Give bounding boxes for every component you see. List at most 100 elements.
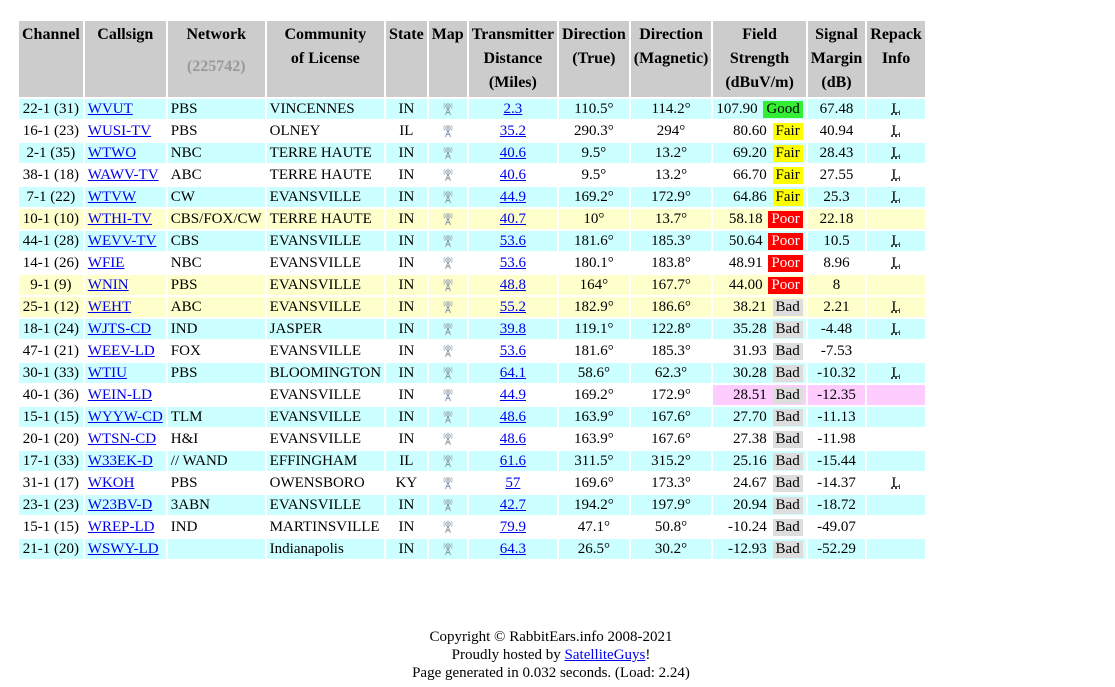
distance-link[interactable]: 53.6 — [500, 343, 526, 359]
callsign-link[interactable]: WTSN-CD — [88, 431, 156, 447]
callsign-link[interactable]: WYYW-CD — [88, 409, 163, 425]
repack-info-link[interactable]: L — [891, 233, 900, 249]
antenna-map-icon[interactable] — [441, 388, 455, 402]
antenna-map-icon[interactable] — [441, 234, 455, 248]
field-strength-value: 44.00 — [728, 276, 763, 293]
callsign-link[interactable]: WUSI-TV — [88, 123, 151, 139]
antenna-map-icon[interactable] — [441, 300, 455, 314]
callsign-link[interactable]: WJTS-CD — [88, 321, 151, 337]
callsign-link[interactable]: WAWV-TV — [88, 167, 159, 183]
callsign-cell: WUSI-TV — [85, 121, 166, 141]
callsign-link[interactable]: WTWO — [88, 145, 136, 161]
callsign-link[interactable]: WFIE — [88, 255, 125, 271]
table-row: 20-1 (20) WTSN-CD H&I EVANSVILLE IN 48.6 163.9… — [19, 429, 925, 449]
repack-info-link[interactable]: L — [891, 145, 900, 161]
antenna-map-icon[interactable] — [441, 476, 455, 490]
repack-info-link[interactable]: L — [891, 101, 900, 117]
callsign-link[interactable]: WREP-LD — [88, 519, 155, 535]
distance-link[interactable]: 53.6 — [500, 233, 526, 249]
callsign-link[interactable]: WTHI-TV — [88, 211, 152, 227]
repack-info-link[interactable]: L — [891, 189, 900, 205]
distance-link[interactable]: 55.2 — [500, 299, 526, 315]
distance-cell: 40.6 — [468, 143, 558, 163]
field-strength-value: -12.93 — [728, 540, 767, 557]
repack-info-link[interactable]: L — [891, 299, 900, 315]
callsign-link[interactable]: WEHT — [88, 299, 131, 315]
callsign-link[interactable]: W33EK-D — [88, 453, 153, 469]
distance-link[interactable]: 2.3 — [504, 101, 523, 117]
distance-link[interactable]: 48.6 — [500, 431, 526, 447]
distance-link[interactable]: 48.8 — [500, 277, 526, 293]
antenna-map-icon[interactable] — [441, 542, 455, 556]
stations-table-body: 22-1 (31) WVUT PBS VINCENNES IN 2.3 110.5° 114.… — [19, 99, 925, 559]
rating-badge: Poor — [768, 254, 803, 272]
distance-link[interactable]: 40.7 — [500, 211, 526, 227]
callsign-link[interactable]: WSWY-LD — [88, 541, 159, 557]
distance-link[interactable]: 40.6 — [500, 167, 526, 183]
distance-link[interactable]: 61.6 — [500, 453, 526, 469]
state-cell: IN — [386, 209, 427, 229]
community-cell: TERRE HAUTE — [266, 209, 385, 229]
antenna-map-icon[interactable] — [441, 212, 455, 226]
distance-link[interactable]: 53.6 — [500, 255, 526, 271]
rating-badge: Bad — [772, 386, 803, 404]
callsign-link[interactable]: WKOH — [88, 475, 135, 491]
repack-info-link[interactable]: L — [891, 321, 900, 337]
callsign-link[interactable]: W23BV-D — [88, 497, 152, 513]
callsign-link[interactable]: WTIU — [88, 365, 127, 381]
antenna-map-icon[interactable] — [441, 454, 455, 468]
community-cell: BLOOMINGTON — [266, 363, 385, 383]
antenna-map-icon[interactable] — [441, 168, 455, 182]
callsign-cell: WEHT — [84, 297, 166, 317]
callsign-link[interactable]: WEEV-LD — [88, 343, 155, 359]
antenna-map-icon[interactable] — [441, 322, 455, 336]
antenna-map-icon[interactable] — [441, 256, 455, 270]
distance-link[interactable]: 64.3 — [500, 541, 526, 557]
repack-info-link[interactable]: L — [891, 123, 900, 139]
repack-info-link[interactable]: L — [891, 365, 900, 381]
signal-margin-cell: -12.35 — [807, 385, 866, 405]
antenna-map-icon[interactable] — [441, 366, 455, 380]
antenna-map-icon[interactable] — [441, 190, 455, 204]
distance-link[interactable]: 57 — [505, 475, 520, 491]
callsign-cell: WEVV-TV — [84, 231, 166, 251]
distance-link[interactable]: 39.8 — [500, 321, 526, 337]
callsign-link[interactable]: WVUT — [88, 101, 133, 117]
antenna-map-icon[interactable] — [441, 278, 455, 292]
distance-link[interactable]: 44.9 — [500, 189, 526, 205]
callsign-link[interactable]: WEVV-TV — [88, 233, 157, 249]
state-cell: IN — [386, 275, 427, 295]
distance-link[interactable]: 35.2 — [500, 123, 526, 139]
callsign-link[interactable]: WEIN-LD — [88, 387, 152, 403]
network-cell: CW — [167, 187, 265, 207]
distance-link[interactable]: 44.9 — [500, 387, 526, 403]
antenna-map-icon[interactable] — [441, 102, 455, 116]
map-cell — [429, 517, 467, 537]
repack-info-link[interactable]: L — [891, 475, 900, 491]
callsign-link[interactable]: WNIN — [88, 277, 129, 293]
field-strength-value: 28.51 — [733, 386, 767, 403]
antenna-map-icon[interactable] — [441, 124, 455, 138]
repack-info-link[interactable]: L — [891, 167, 900, 183]
direction-true-cell: 26.5° — [559, 539, 629, 559]
distance-link[interactable]: 79.9 — [500, 519, 526, 535]
direction-magnetic-cell: 173.3° — [651, 474, 691, 491]
antenna-map-icon[interactable] — [441, 344, 455, 358]
state-cell: KY — [395, 474, 418, 491]
antenna-map-icon[interactable] — [441, 498, 455, 512]
distance-link[interactable]: 48.6 — [500, 409, 526, 425]
distance-link[interactable]: 40.6 — [500, 145, 526, 161]
antenna-map-icon[interactable] — [441, 146, 455, 160]
callsign-cell: WEIN-LD — [85, 385, 166, 405]
repack-info-link[interactable]: L — [891, 255, 900, 271]
callsign-cell: WTHI-TV — [84, 209, 166, 229]
callsign-link[interactable]: WTVW — [88, 189, 136, 205]
distance-link[interactable]: 64.1 — [500, 365, 526, 381]
field-strength-cell: 44.00 Poor — [713, 275, 806, 295]
antenna-map-icon[interactable] — [441, 432, 455, 446]
antenna-map-icon[interactable] — [441, 520, 455, 534]
antenna-map-icon[interactable] — [441, 410, 455, 424]
satelliteguys-link[interactable]: SatelliteGuys — [565, 647, 646, 663]
distance-link[interactable]: 42.7 — [500, 497, 526, 513]
distance-cell: 35.2 — [469, 121, 557, 141]
